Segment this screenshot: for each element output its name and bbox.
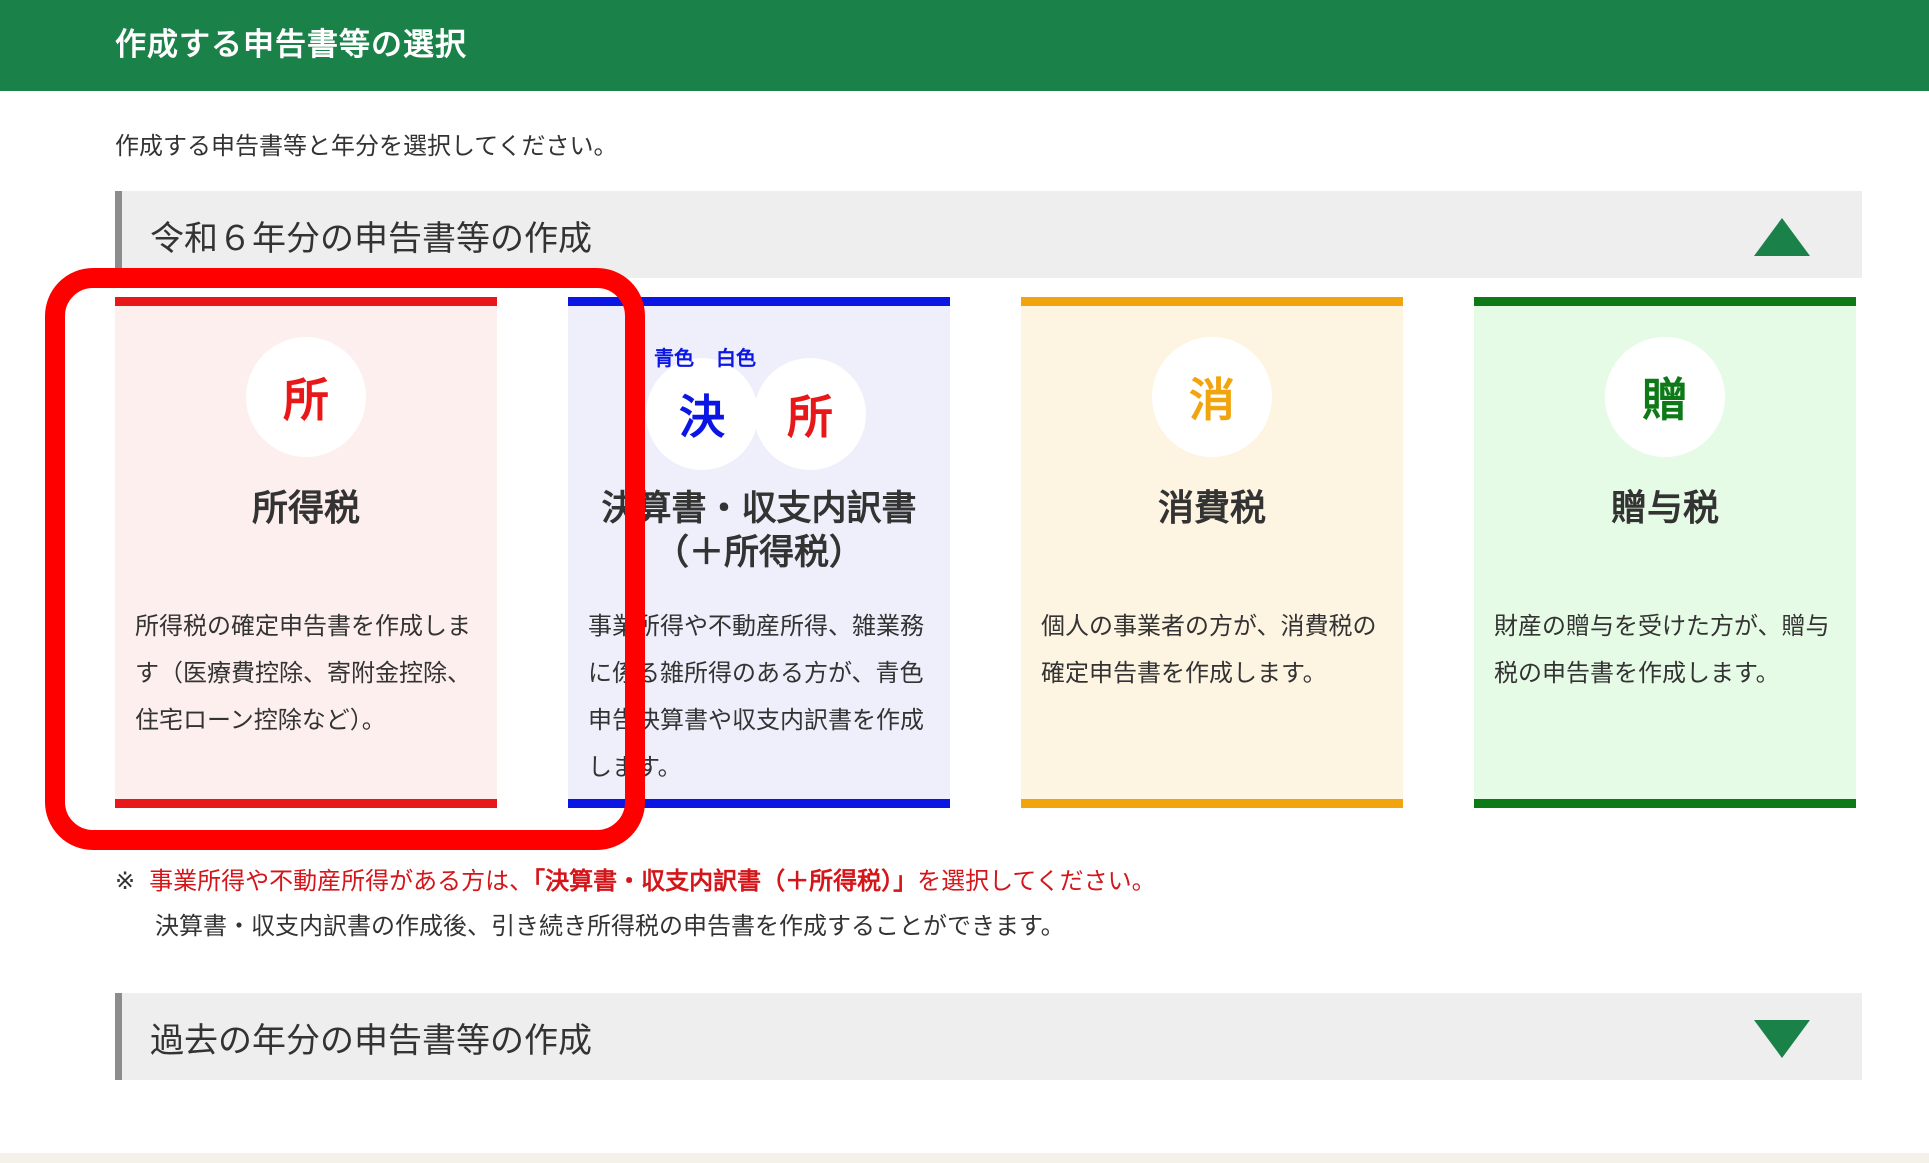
card-gift-tax[interactable]: 贈 贈与税 財産の贈与を受けた方が、贈与税の申告書を作成します。 [1474,297,1856,808]
card-income-tax-desc: 所得税の確定申告書を作成します（医療費控除、寄附金控除、住宅ローン控除など）。 [135,612,471,734]
accordion-current-year-title: 令和６年分の申告書等の作成 [150,219,592,259]
note-mark: ※ [115,867,136,895]
note-part-1: 事業所得や不動産所得がある方は、 [149,867,534,895]
card-consumption-tax-title: 消費税 [1157,488,1266,529]
note-line-1: ※ 事業所得や不動産所得がある方は、「決算書・収支内訳書（＋所得税）」を選択してく… [115,861,1156,896]
note-part-3: を選択してください。 [917,867,1156,895]
footer-band [0,1153,1929,1163]
card-settlement-title-line2: （＋所得税） [653,533,864,573]
income-tax-badge-icon: 所 [246,337,366,457]
page-title: 作成する申告書等の選択 [115,27,467,63]
card-settlement-statement[interactable]: 決 所 青色 白色 決算書・収支内訳書 （＋所得税） 事業所得や不動産所得、雑業… [568,297,950,808]
white-return-label: 白色 [716,346,756,370]
triangle-down-icon[interactable] [1752,1018,1812,1060]
blue-return-label: 青色 [654,346,694,370]
accordion-current-year[interactable]: 令和６年分の申告書等の作成 [115,191,1862,278]
card-income-tax-title: 所得税 [251,488,360,529]
card-consumption-tax-desc: 個人の事業者の方が、消費税の確定申告書を作成します。 [1041,612,1377,687]
income-badge-icon: 所 [754,358,866,470]
card-gift-tax-title: 贈与税 [1610,488,1719,529]
card-settlement-title: 決算書・収支内訳書 （＋所得税） [568,487,950,575]
page: 作成する申告書等の選択 作成する申告書等と年分を選択してください。 令和６年分の… [0,0,1929,1163]
settlement-badge-icon: 決 [646,358,758,470]
page-header: 作成する申告書等の選択 [0,0,1929,91]
instruction-text: 作成する申告書等と年分を選択してください。 [115,132,618,160]
consumption-tax-badge-icon: 消 [1152,337,1272,457]
card-settlement-desc: 事業所得や不動産所得、雑業務に係る雑所得のある方が、青色申告決算書や収支内訳書を… [588,612,924,781]
note-line-2: 決算書・収支内訳書の作成後、引き続き所得税の申告書を作成することができます。 [155,912,1065,940]
card-settlement-title-line1: 決算書・収支内訳書 [601,489,917,529]
card-gift-tax-desc: 財産の贈与を受けた方が、贈与税の申告書を作成します。 [1494,612,1830,687]
accordion-past-years[interactable]: 過去の年分の申告書等の作成 [115,993,1862,1080]
card-consumption-tax[interactable]: 消 消費税 個人の事業者の方が、消費税の確定申告書を作成します。 [1021,297,1403,808]
accordion-past-years-title: 過去の年分の申告書等の作成 [150,1021,592,1061]
gift-tax-badge-icon: 贈 [1605,337,1725,457]
triangle-up-icon[interactable] [1752,216,1812,258]
note-part-2: 「決算書・収支内訳書（＋所得税）」 [533,867,918,895]
card-income-tax[interactable]: 所 所得税 所得税の確定申告書を作成します（医療費控除、寄附金控除、住宅ローン控… [115,297,497,808]
